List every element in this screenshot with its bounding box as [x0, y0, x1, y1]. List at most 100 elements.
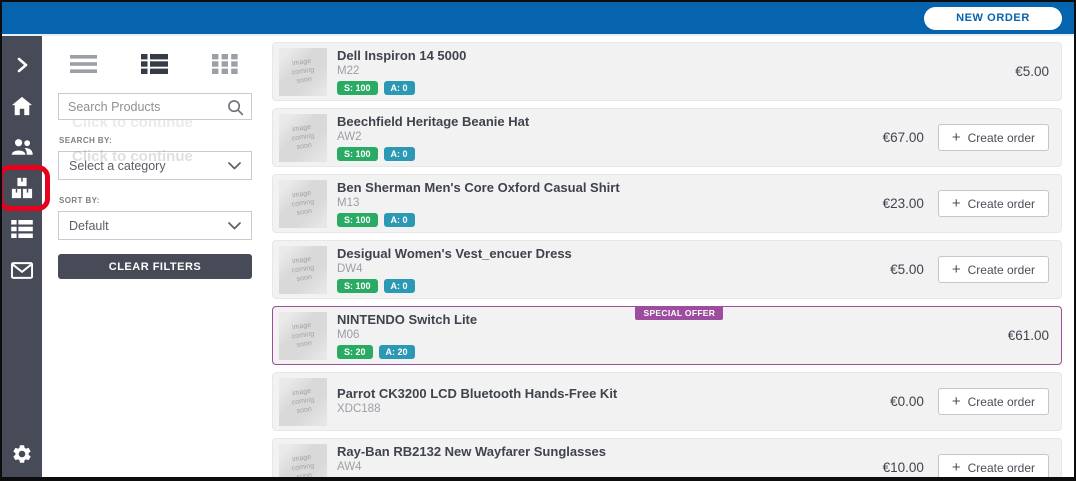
create-order-label: Create order — [968, 461, 1035, 475]
plus-icon: + — [952, 195, 961, 212]
product-row[interactable]: image coming soon Beechfield Heritage Be… — [272, 108, 1062, 167]
product-thumbnail: image coming soon — [279, 312, 327, 360]
image-coming-soon-text: image coming soon — [284, 452, 321, 477]
product-badges: S: 20 A: 20 — [337, 345, 1008, 359]
allocated-badge: A: 0 — [384, 81, 415, 95]
product-price: €10.00 — [883, 460, 924, 475]
product-title: Ben Sherman Men's Core Oxford Casual Shi… — [337, 181, 727, 195]
special-offer-badge: SPECIAL OFFER — [635, 306, 723, 320]
product-row[interactable]: image coming soon Dell Inspiron 14 5000 … — [272, 42, 1062, 101]
product-actions: €23.00 + Create order — [883, 190, 1053, 217]
image-coming-soon-text: image coming soon — [284, 254, 321, 286]
product-badges: S: 100 A: 0 — [337, 279, 890, 293]
filter-panel: Click to continue Click to continue — [42, 36, 262, 477]
product-title: Dell Inspiron 14 5000 — [337, 49, 727, 63]
product-info: Desigual Women's Vest_encuer Dress DW4 S… — [337, 247, 890, 293]
product-search — [58, 93, 252, 120]
product-actions: €5.00 + Create order — [890, 256, 1053, 283]
list-icon — [11, 220, 33, 238]
product-title: Beechfield Heritage Beanie Hat — [337, 115, 727, 129]
product-sku: M06 — [337, 328, 1008, 342]
gear-icon — [11, 443, 33, 465]
view-mode-toggles — [58, 48, 252, 93]
product-badges: S: 100 A: 0 — [337, 81, 1015, 95]
create-order-button[interactable]: + Create order — [938, 388, 1049, 415]
create-order-button[interactable]: + Create order — [938, 124, 1049, 151]
boxes-icon — [11, 177, 33, 199]
sidebar-item-messages[interactable] — [2, 255, 42, 285]
clear-filters-button[interactable]: CLEAR FILTERS — [58, 254, 252, 279]
envelope-icon — [11, 262, 33, 279]
new-order-button[interactable]: NEW ORDER — [924, 7, 1062, 30]
create-order-label: Create order — [968, 197, 1035, 211]
allocated-badge: A: 0 — [384, 147, 415, 161]
stock-badge: S: 100 — [337, 213, 378, 227]
product-thumbnail: image coming soon — [279, 114, 327, 162]
sidebar-item-home[interactable] — [2, 91, 42, 121]
create-order-button[interactable]: + Create order — [938, 256, 1049, 283]
sidebar-item-customers[interactable] — [2, 132, 42, 162]
product-row[interactable]: image coming soon Ray-Ban RB2132 New Way… — [272, 438, 1062, 477]
product-row[interactable]: image coming soon Desigual Women's Vest_… — [272, 240, 1062, 299]
stock-badge: S: 100 — [337, 81, 378, 95]
product-info: Dell Inspiron 14 5000 M22 S: 100 A: 0 — [337, 49, 1015, 95]
product-price: €67.00 — [883, 130, 924, 145]
product-info: Ray-Ban RB2132 New Wayfarer Sunglasses A… — [337, 445, 883, 478]
product-sku: XDC188 — [337, 402, 890, 416]
product-row[interactable]: image coming soon Parrot CK3200 LCD Blue… — [272, 372, 1062, 431]
product-title: Parrot CK3200 LCD Bluetooth Hands-Free K… — [337, 387, 727, 401]
sidebar-item-orders[interactable] — [2, 214, 42, 244]
product-sku: M22 — [337, 64, 1015, 78]
product-row[interactable]: SPECIAL OFFER image coming soon NINTENDO… — [272, 306, 1062, 365]
category-select-value: Select a category — [69, 159, 166, 173]
allocated-badge: A: 0 — [384, 279, 415, 293]
sidebar-item-expand[interactable] — [2, 50, 42, 80]
search-icon[interactable] — [227, 99, 244, 121]
product-row[interactable]: image coming soon Ben Sherman Men's Core… — [272, 174, 1062, 233]
sidebar-item-products[interactable] — [2, 173, 42, 203]
category-select[interactable]: Select a category — [58, 151, 252, 180]
product-thumbnail: image coming soon — [279, 444, 327, 478]
product-actions: €61.00 — [1008, 328, 1053, 343]
sidebar-item-settings[interactable] — [2, 439, 42, 469]
product-info: Ben Sherman Men's Core Oxford Casual Shi… — [337, 181, 883, 227]
product-sku: DW4 — [337, 262, 890, 276]
search-input[interactable] — [68, 100, 223, 114]
product-sku: M13 — [337, 196, 883, 210]
product-badges: S: 100 A: 0 — [337, 147, 883, 161]
plus-icon: + — [952, 459, 961, 476]
image-coming-soon-text: image coming soon — [284, 56, 321, 88]
stock-badge: S: 20 — [337, 345, 373, 359]
product-info: Beechfield Heritage Beanie Hat AW2 S: 10… — [337, 115, 883, 161]
allocated-badge: A: 0 — [384, 213, 415, 227]
image-coming-soon-text: image coming soon — [284, 122, 321, 154]
sort-select[interactable]: Default — [58, 211, 252, 240]
app-window: NEW ORDER — [0, 0, 1076, 481]
product-badges: S: 100 A: 0 — [337, 477, 883, 478]
grid-view-icon[interactable] — [212, 54, 238, 79]
stock-badge: S: 100 — [337, 279, 378, 293]
product-info: Parrot CK3200 LCD Bluetooth Hands-Free K… — [337, 387, 890, 416]
product-title: Ray-Ban RB2132 New Wayfarer Sunglasses — [337, 445, 727, 459]
product-thumbnail: image coming soon — [279, 180, 327, 228]
product-thumbnail: image coming soon — [279, 378, 327, 426]
create-order-button[interactable]: + Create order — [938, 190, 1049, 217]
detailed-list-view-icon[interactable] — [141, 54, 168, 79]
plus-icon: + — [952, 261, 961, 278]
product-sku: AW4 — [337, 460, 883, 474]
simple-list-view-icon[interactable] — [70, 54, 97, 79]
product-price: €61.00 — [1008, 328, 1049, 343]
product-actions: €67.00 + Create order — [883, 124, 1053, 151]
home-icon — [11, 96, 33, 116]
chevron-right-icon — [15, 57, 29, 73]
product-price: €0.00 — [890, 394, 924, 409]
product-price: €5.00 — [890, 262, 924, 277]
chevron-down-icon — [228, 157, 241, 175]
sort-select-value: Default — [69, 219, 109, 233]
product-sku: AW2 — [337, 130, 883, 144]
search-by-label: SEARCH BY: — [59, 136, 252, 145]
create-order-button[interactable]: + Create order — [938, 454, 1049, 477]
plus-icon: + — [952, 129, 961, 146]
product-thumbnail: image coming soon — [279, 48, 327, 96]
image-coming-soon-text: image coming soon — [284, 386, 321, 418]
